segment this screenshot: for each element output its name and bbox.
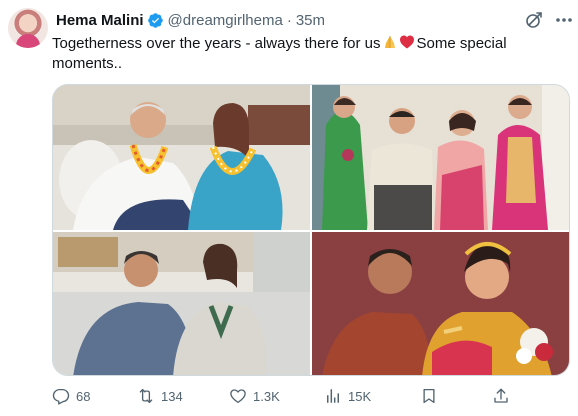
tweet-header: Hema Malini @dreamgirlhema · 35m (56, 10, 325, 30)
views-count: 15K (348, 388, 372, 404)
separator-dot: · (286, 11, 292, 29)
photo-3[interactable] (53, 232, 310, 375)
more-icon[interactable] (554, 10, 574, 30)
views-icon (327, 389, 339, 403)
repost-count: 134 (161, 388, 183, 404)
tweet-text: Togetherness over the years - always the… (52, 34, 562, 74)
author-handle[interactable]: @dreamgirlhema (168, 12, 283, 29)
photo-1[interactable] (53, 85, 310, 230)
media-grid[interactable] (52, 84, 570, 376)
views-button[interactable]: 15K (324, 385, 371, 407)
repost-icon (139, 388, 153, 404)
reply-count: 68 (76, 388, 91, 404)
avatar[interactable] (8, 8, 48, 48)
like-icon (230, 389, 246, 404)
share-icon (494, 388, 508, 403)
photo-2[interactable] (312, 85, 569, 230)
verified-badge-icon[interactable] (147, 12, 164, 29)
like-button[interactable]: 1.3K (229, 385, 280, 407)
photo-4[interactable] (312, 232, 569, 375)
like-count: 1.3K (253, 388, 280, 404)
action-bar: 68 134 1.3K 15K (52, 385, 572, 407)
timestamp[interactable]: 35m (296, 12, 325, 29)
reply-icon (52, 388, 70, 405)
share-button[interactable] (492, 385, 510, 407)
repost-button[interactable]: 134 (137, 385, 183, 407)
bookmark-button[interactable] (420, 385, 438, 407)
grok-icon[interactable] (524, 10, 544, 30)
tweet-text-part-1: Togetherness over the years - always the… (52, 35, 381, 52)
author-name[interactable]: Hema Malini (56, 12, 144, 29)
reply-button[interactable]: 68 (52, 385, 90, 407)
red-heart-emoji (399, 34, 416, 50)
bookmark-icon (423, 388, 435, 404)
folded-hands-emoji (382, 34, 398, 50)
tweet[interactable]: Hema Malini @dreamgirlhema · 35m Togethe… (0, 0, 578, 416)
